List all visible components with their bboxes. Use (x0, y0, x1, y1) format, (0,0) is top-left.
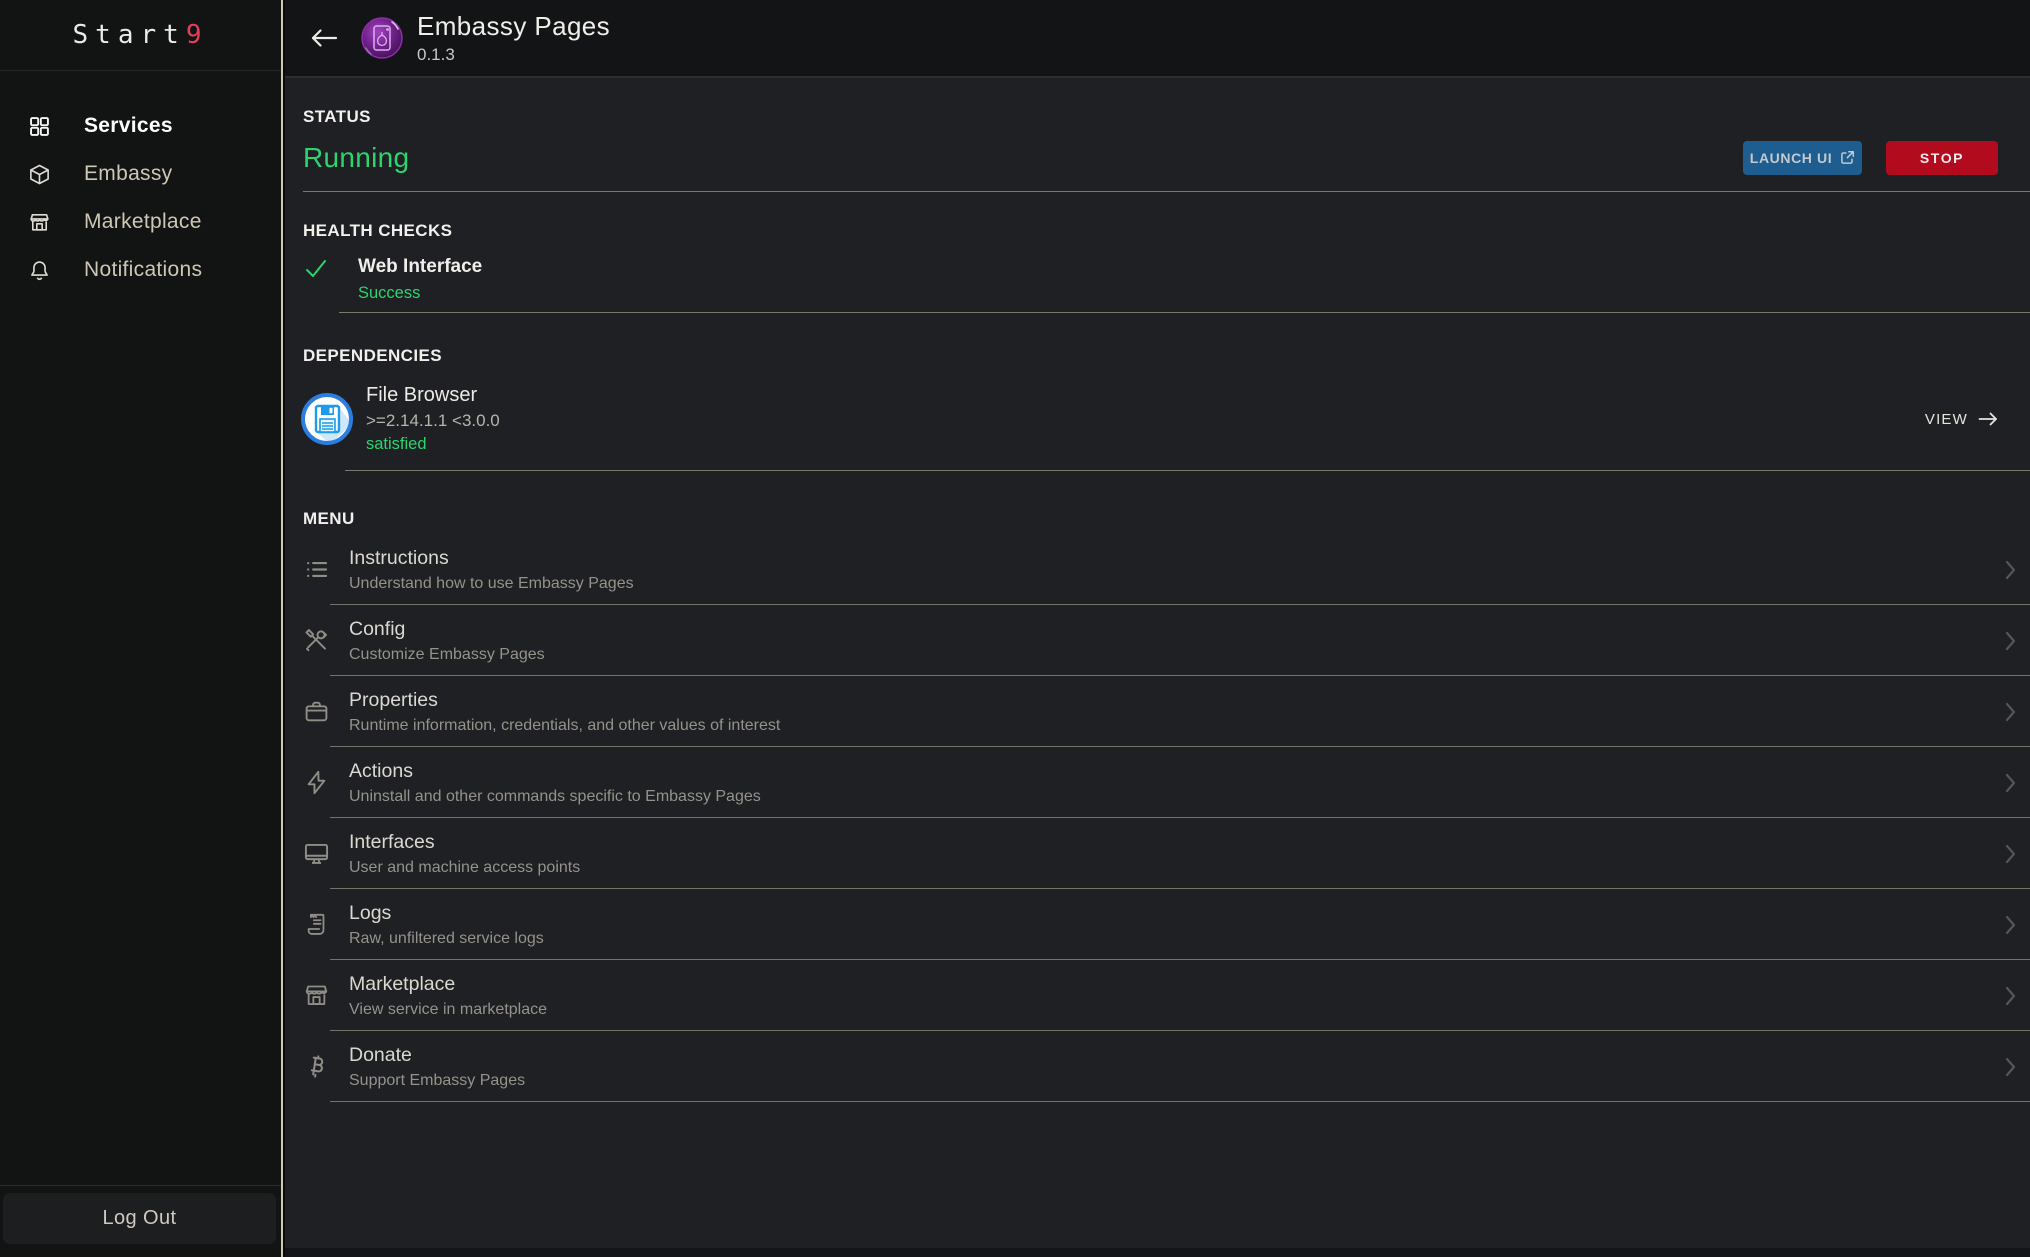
dependency-name: File Browser (366, 384, 500, 407)
stop-label: STOP (1920, 150, 1964, 166)
bell-icon (28, 259, 51, 282)
menu-item-title: Logs (349, 902, 544, 925)
sidebar-item-embassy[interactable]: Embassy (0, 150, 281, 198)
storefront-icon (303, 982, 330, 1009)
health-check-name: Web Interface (358, 256, 482, 278)
app-icon (361, 17, 403, 59)
sidebar-item-label: Notifications (84, 258, 202, 282)
menu-section-label: MENU (285, 509, 2030, 529)
dependency-version-range: >=2.14.1.1 <3.0.0 (366, 411, 500, 431)
view-dependency-link[interactable]: VIEW (1925, 411, 1998, 428)
receipt-icon (303, 911, 330, 938)
dependencies-divider (345, 470, 2030, 471)
status-section-label: STATUS (285, 107, 2030, 127)
menu-item-subtitle: Understand how to use Embassy Pages (349, 575, 634, 593)
menu-item-subtitle: User and machine access points (349, 859, 580, 877)
status-row: Running LAUNCH UI STOP (285, 139, 2030, 177)
logo-accent: 9 (186, 20, 209, 50)
cube-icon (28, 163, 51, 186)
grid-icon (28, 115, 51, 138)
logout-divider (0, 1185, 281, 1186)
file-browser-icon (300, 392, 354, 446)
sidebar: Start9 Services Emba (0, 0, 283, 1257)
sidebar-item-services[interactable]: Services (0, 102, 281, 150)
menu-item-title: Properties (349, 689, 780, 712)
dependency-status: satisfied (366, 435, 500, 454)
bitcoin-icon (303, 1053, 330, 1080)
start9-logo: Start9 (0, 0, 281, 71)
briefcase-icon (303, 698, 330, 725)
logout-label: Log Out (103, 1207, 177, 1230)
launch-ui-label: LAUNCH UI (1750, 150, 1832, 166)
service-header: Embassy Pages 0.1.3 (285, 0, 2030, 78)
health-check-result: Success (358, 284, 482, 303)
status-divider (303, 191, 2030, 192)
back-arrow-icon (310, 28, 338, 48)
embassy-service-page: Start9 Services Emba (0, 0, 2030, 1257)
menu-item-title: Actions (349, 760, 761, 783)
sidebar-item-label: Services (84, 114, 173, 138)
sidebar-item-marketplace[interactable]: Marketplace (0, 198, 281, 246)
tools-icon (303, 627, 330, 654)
chevron-right-icon (2005, 986, 2016, 1006)
sidebar-item-label: Embassy (84, 162, 172, 186)
menu-item-subtitle: Customize Embassy Pages (349, 646, 545, 664)
status-actions: LAUNCH UI STOP (1743, 141, 1998, 175)
menu-item-title: Instructions (349, 547, 634, 570)
menu-item-marketplace[interactable]: Marketplace View service in marketplace (285, 960, 2030, 1031)
launch-ui-button[interactable]: LAUNCH UI (1743, 141, 1862, 175)
stop-button[interactable]: STOP (1886, 141, 1998, 175)
arrow-right-icon (1978, 412, 1998, 426)
check-success-icon (304, 256, 330, 303)
dependencies-section-label: DEPENDENCIES (285, 346, 2030, 366)
menu-item-interfaces[interactable]: Interfaces User and machine access point… (285, 818, 2030, 889)
menu-item-subtitle: Runtime information, credentials, and ot… (349, 717, 780, 735)
sidebar-nav: Services Embassy (0, 102, 281, 294)
flash-icon (303, 769, 330, 796)
menu-item-logs[interactable]: Logs Raw, unfiltered service logs (285, 889, 2030, 960)
chevron-right-icon (2005, 560, 2016, 580)
chevron-right-icon (2005, 702, 2016, 722)
menu-item-subtitle: Support Embassy Pages (349, 1072, 525, 1090)
menu-item-actions[interactable]: Actions Uninstall and other commands spe… (285, 747, 2030, 818)
service-content: STATUS Running LAUNCH UI STOP (285, 78, 2030, 1102)
dependency-row: File Browser >=2.14.1.1 <3.0.0 satisfied… (285, 384, 2030, 454)
main-panel: Embassy Pages 0.1.3 STATUS Running LAUNC… (285, 0, 2030, 1257)
menu-item-config[interactable]: Config Customize Embassy Pages (285, 605, 2030, 676)
health-section-label: HEALTH CHECKS (285, 221, 2030, 241)
menu-item-subtitle: Uninstall and other commands specific to… (349, 788, 761, 806)
chevron-right-icon (2005, 915, 2016, 935)
menu-item-title: Donate (349, 1044, 525, 1067)
sidebar-item-notifications[interactable]: Notifications (0, 246, 281, 294)
logout-button[interactable]: Log Out (3, 1193, 276, 1244)
menu-item-title: Config (349, 618, 545, 641)
menu-item-title: Marketplace (349, 973, 547, 996)
app-meta: Embassy Pages 0.1.3 (417, 11, 610, 65)
chevron-right-icon (2005, 844, 2016, 864)
chevron-right-icon (2005, 773, 2016, 793)
menu-item-title: Interfaces (349, 831, 580, 854)
app-version: 0.1.3 (417, 45, 610, 65)
desktop-icon (303, 840, 330, 867)
menu-item-instructions[interactable]: Instructions Understand how to use Embas… (285, 534, 2030, 605)
back-button[interactable] (301, 15, 347, 61)
service-menu: Instructions Understand how to use Embas… (285, 534, 2030, 1102)
chevron-right-icon (2005, 1057, 2016, 1077)
page-title: Embassy Pages (417, 11, 610, 42)
menu-item-donate[interactable]: Donate Support Embassy Pages (285, 1031, 2030, 1102)
view-label: VIEW (1925, 411, 1968, 428)
menu-item-properties[interactable]: Properties Runtime information, credenti… (285, 676, 2030, 747)
menu-item-subtitle: Raw, unfiltered service logs (349, 930, 544, 948)
sidebar-item-label: Marketplace (84, 210, 202, 234)
storefront-icon (28, 211, 51, 234)
list-icon (303, 556, 330, 583)
status-value: Running (303, 142, 409, 174)
bottom-edge (285, 1248, 2030, 1257)
health-check-row: Web Interface Success (285, 256, 2030, 303)
external-link-icon (1840, 150, 1855, 165)
menu-item-subtitle: View service in marketplace (349, 1001, 547, 1019)
chevron-right-icon (2005, 631, 2016, 651)
logo-text: Start (73, 20, 186, 50)
health-divider (339, 312, 2030, 313)
